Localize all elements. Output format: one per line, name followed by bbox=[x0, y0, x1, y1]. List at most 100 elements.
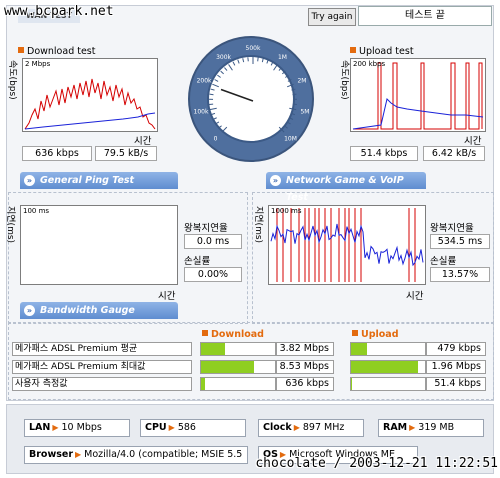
gauge-tick-mark bbox=[285, 74, 289, 78]
gauge-tick-mark bbox=[284, 125, 288, 129]
download-value: 3.82 Mbps bbox=[276, 342, 334, 356]
ping-loss-value: 0.00% bbox=[184, 267, 242, 282]
download-kBs-value: 79.5 kB/s bbox=[95, 146, 157, 161]
upload-column-header: Upload bbox=[352, 329, 399, 340]
game-graph: 1000 ms bbox=[268, 205, 426, 285]
gauge-tick-mark bbox=[289, 117, 294, 120]
gauge-tick-label: 200k bbox=[197, 78, 212, 85]
download-value: 636 kbps bbox=[276, 377, 334, 391]
download-bar-fill bbox=[201, 343, 225, 355]
upload-bar-fill bbox=[351, 361, 418, 373]
gauge-tick-mark bbox=[287, 79, 292, 82]
gauge-tick-label: 0 bbox=[214, 135, 218, 142]
gauge-tick-mark bbox=[232, 61, 236, 66]
ping-latency-value: 0.0 ms bbox=[184, 234, 242, 249]
upload-kbps-value: 51.4 kbps bbox=[350, 146, 418, 161]
ram-info: RAM ▶ 319 MB bbox=[378, 419, 484, 437]
gauge-dial: 0 100k 200k 300k 500k 1M 2M 5M 10M bbox=[194, 45, 310, 142]
watermark-url: www.bcpark.net bbox=[4, 4, 114, 19]
triangle-right-icon: ▶ bbox=[52, 423, 59, 432]
gauge-tick-mark bbox=[291, 88, 296, 91]
bandwidth-row-name: 사용자 측정값 bbox=[12, 377, 192, 391]
gauge-tick-mark bbox=[210, 112, 216, 116]
game-graph-plot bbox=[270, 208, 424, 282]
gauge-tick-mark bbox=[266, 59, 269, 64]
game-x-axis-label: 시간 bbox=[406, 291, 424, 302]
gauge-tick-mark bbox=[270, 61, 274, 66]
download-y-axis-label: 속도(bps) bbox=[7, 60, 17, 100]
bandwidth-row-name: 메가패스 ADSL Premium 평균 bbox=[12, 342, 192, 356]
gauge-tick-mark bbox=[212, 117, 217, 120]
game-y-axis-label: 지연(ms) bbox=[253, 206, 263, 244]
gauge-tick-label: 1M bbox=[278, 54, 287, 61]
bullet-icon bbox=[350, 47, 356, 53]
gauge-tick-mark bbox=[261, 58, 264, 63]
upload-value: 1.96 Mbps bbox=[426, 360, 486, 374]
gauge-tick-mark bbox=[212, 83, 220, 88]
gauge-tick-mark bbox=[242, 58, 245, 63]
gauge-tick-label: 300k bbox=[216, 54, 231, 61]
gauge-needle bbox=[220, 88, 254, 102]
download-bar bbox=[200, 377, 276, 391]
upload-bar-fill bbox=[351, 378, 353, 390]
tab-general-ping-test[interactable]: » General Ping Test bbox=[20, 172, 178, 189]
gauge-tick-mark bbox=[286, 121, 291, 125]
game-latency-label: 왕복지연율 bbox=[430, 223, 474, 234]
tab-network-game-voip-test[interactable]: » Network Game & VoIP Test bbox=[266, 172, 426, 203]
gauge-tick-mark bbox=[220, 70, 224, 75]
gauge-tick-mark bbox=[290, 112, 296, 116]
browser-info: Browser ▶ Mozilla/4.0 (compatible; MSIE 5.… bbox=[24, 446, 248, 464]
upload-bar bbox=[350, 342, 426, 356]
game-loss-value: 13.57% bbox=[430, 267, 490, 282]
bandwidth-row-name: 메가패스 ADSL Premium 최대값 bbox=[12, 360, 192, 374]
download-series-red bbox=[24, 78, 156, 130]
gauge-tick-mark bbox=[228, 64, 233, 71]
triangle-right-icon: ▶ bbox=[168, 423, 175, 432]
lan-info: LAN ▶ 10 Mbps bbox=[24, 419, 130, 437]
game-latency-series bbox=[270, 223, 424, 267]
gauge-tick-label: 5M bbox=[300, 108, 309, 115]
ping-loss-label: 손실률 bbox=[184, 256, 211, 267]
speed-gauge: 0 100k 200k 300k 500k 1M 2M 5M 10M bbox=[188, 36, 314, 162]
download-column-header: Download bbox=[202, 329, 264, 340]
upload-value: 479 kbps bbox=[426, 342, 486, 356]
arrow-circle-icon: » bbox=[24, 305, 35, 316]
game-loss-label: 손실률 bbox=[430, 256, 457, 267]
tab-bandwidth-gauge[interactable]: » Bandwidth Gauge bbox=[20, 302, 178, 319]
triangle-right-icon: ▶ bbox=[75, 450, 82, 459]
upload-series-red bbox=[353, 62, 483, 130]
download-bar bbox=[200, 342, 276, 356]
gauge-tick-mark bbox=[210, 88, 215, 91]
download-test-label: Download test bbox=[18, 46, 96, 57]
clock-info: Clock ▶ 897 MHz bbox=[258, 419, 364, 437]
bullet-icon bbox=[352, 330, 358, 336]
download-graph: 2 Mbps bbox=[22, 58, 158, 132]
gauge-tick-mark bbox=[218, 125, 222, 129]
gauge-tick-mark bbox=[237, 59, 240, 64]
download-x-axis-label: 시간 bbox=[134, 136, 152, 147]
gauge-tick-mark bbox=[214, 79, 219, 82]
gauge-tick-mark bbox=[209, 93, 214, 96]
gauge-tick-mark bbox=[224, 67, 228, 71]
download-value: 8.53 Mbps bbox=[276, 360, 334, 374]
try-again-button[interactable]: Try again bbox=[308, 8, 356, 26]
cpu-info: CPU ▶ 586 bbox=[140, 419, 246, 437]
arrow-circle-icon: » bbox=[24, 175, 35, 186]
ping-x-axis-label: 시간 bbox=[158, 291, 176, 302]
download-graph-scale: 2 Mbps bbox=[25, 60, 51, 68]
ping-latency-label: 왕복지연율 bbox=[184, 223, 228, 234]
gauge-tick-mark bbox=[217, 74, 221, 78]
upload-series-blue bbox=[352, 98, 484, 130]
arrow-circle-icon: » bbox=[270, 175, 281, 186]
upload-graph-scale: 200 kbps bbox=[353, 60, 386, 68]
upload-bar bbox=[350, 377, 426, 391]
game-latency-value: 534.5 ms bbox=[430, 234, 490, 249]
download-bar-fill bbox=[201, 361, 255, 373]
upload-kBs-value: 6.42 kB/s bbox=[423, 146, 485, 161]
gauge-tick-mark bbox=[286, 83, 294, 88]
download-graph-plot bbox=[24, 78, 156, 130]
download-bar-fill bbox=[201, 378, 205, 390]
ping-graph-scale: 100 ms bbox=[23, 207, 50, 215]
download-kbps-value: 636 kbps bbox=[22, 146, 92, 161]
gauge-tick-mark bbox=[209, 107, 217, 111]
